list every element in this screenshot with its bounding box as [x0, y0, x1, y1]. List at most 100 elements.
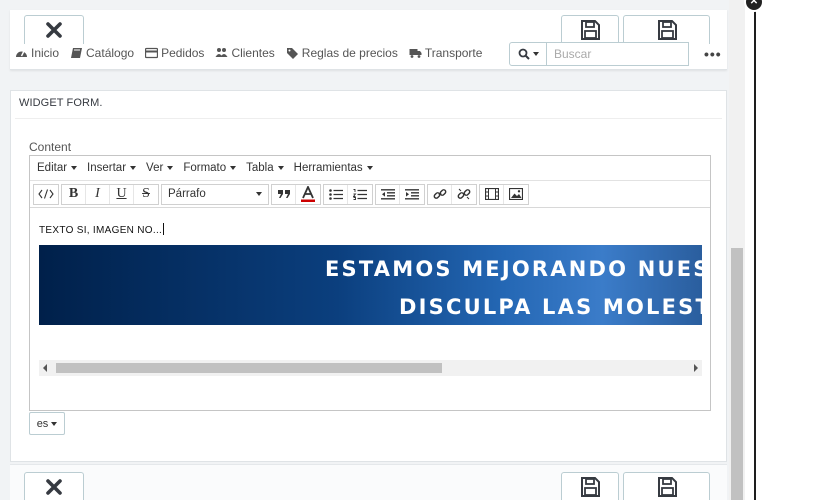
nav-item-inicio[interactable]: Inicio	[15, 46, 59, 60]
bullet-list-button[interactable]	[324, 184, 348, 204]
chevron-down-icon	[532, 52, 539, 56]
indent-icon	[405, 188, 419, 199]
nav-item-clientes[interactable]: Clientes	[215, 46, 275, 60]
save-button[interactable]	[561, 472, 619, 500]
search-type-button[interactable]	[509, 42, 547, 66]
outdent-button[interactable]	[376, 184, 400, 204]
nav-item-catalogo[interactable]: Catálogo	[70, 46, 134, 60]
chevron-down-icon	[366, 166, 373, 170]
panel-title: WIDGET FORM.	[19, 97, 103, 109]
menu-label: Insertar	[87, 162, 127, 174]
text-cursor	[163, 223, 165, 235]
widget-form-panel: WIDGET FORM. Content Editar Insertar Ver…	[10, 90, 727, 462]
numbered-list-button[interactable]	[348, 185, 372, 204]
italic-button[interactable]: I	[86, 184, 110, 204]
strikethrough-button[interactable]: S	[134, 185, 158, 204]
code-icon	[38, 189, 54, 199]
cancel-button[interactable]	[24, 15, 84, 44]
nav-item-label: Reglas de precios	[301, 46, 398, 60]
save-icon	[657, 476, 677, 497]
search-icon	[518, 48, 530, 60]
strikethrough-icon: S	[142, 186, 150, 201]
menu-tabla[interactable]: Tabla	[246, 162, 284, 174]
format-select[interactable]: Párrafo	[161, 183, 269, 205]
underline-button[interactable]: U	[110, 184, 134, 204]
divider	[15, 118, 722, 119]
save-icon	[581, 20, 600, 40]
more-options-icon[interactable]: •••	[704, 46, 722, 62]
menu-label: Formato	[183, 162, 227, 174]
nav-item-label: Transporte	[424, 46, 483, 60]
remove-link-button[interactable]	[452, 185, 476, 204]
menu-editar[interactable]: Editar	[37, 162, 78, 174]
text-color-icon	[301, 186, 315, 202]
menu-ver[interactable]: Ver	[146, 162, 174, 174]
nav-item-reglas-de-precios[interactable]: Reglas de precios	[286, 46, 398, 60]
main-nav: Inicio Catálogo Pedidos Clientes Reglas …	[15, 46, 482, 60]
editor-toolbar: B I U S Párrafo	[30, 181, 710, 208]
save-and-stay-button[interactable]	[623, 472, 710, 500]
chevron-down-icon	[51, 421, 58, 426]
indent-button[interactable]	[400, 185, 424, 204]
nav-item-label: Pedidos	[161, 46, 205, 60]
chevron-down-icon	[130, 166, 137, 170]
nav-item-label: Clientes	[231, 46, 275, 60]
editor-body-text-value: TEXTO SI, IMAGEN NO...	[39, 225, 163, 236]
search-input[interactable]	[547, 42, 689, 66]
horizontal-scrollbar[interactable]	[39, 360, 702, 376]
menu-herramientas[interactable]: Herramientas	[294, 162, 373, 174]
save-and-stay-button[interactable]	[623, 15, 710, 44]
insert-link-button[interactable]	[428, 184, 452, 204]
insert-video-button[interactable]	[480, 184, 504, 204]
banner-line-1: ESTAMOS MEJORANDO NUES	[325, 257, 702, 281]
bold-icon: B	[68, 186, 79, 201]
underline-icon: U	[116, 186, 127, 201]
insert-image-button[interactable]	[504, 185, 528, 204]
tags-icon	[286, 48, 298, 59]
content-label: Content	[29, 140, 72, 154]
scroll-right-icon[interactable]	[694, 364, 698, 372]
chevron-down-icon	[167, 166, 174, 170]
text-color-button[interactable]	[296, 185, 320, 204]
rich-text-editor: Editar Insertar Ver Formato Tabla Herram…	[29, 155, 711, 411]
save-icon	[657, 20, 677, 40]
close-icon[interactable]: ✕	[744, 0, 764, 12]
unlink-icon	[457, 188, 471, 200]
blockquote-button[interactable]	[272, 184, 296, 204]
language-value: es	[36, 417, 49, 430]
editor-menubar: Editar Insertar Ver Formato Tabla Herram…	[30, 156, 710, 181]
window-border	[754, 0, 756, 500]
page-scrollbar-thumb[interactable]	[731, 248, 743, 500]
close-icon	[46, 478, 62, 495]
nav-item-pedidos[interactable]: Pedidos	[145, 46, 204, 60]
format-select-value: Párrafo	[168, 188, 206, 200]
menu-formato[interactable]: Formato	[183, 162, 237, 174]
maintenance-banner-image: ESTAMOS MEJORANDO NUES DISCULPA LAS MOLE…	[39, 245, 702, 325]
nav-item-label: Inicio	[31, 46, 60, 60]
bottom-toolbar	[10, 464, 727, 500]
menu-label: Herramientas	[293, 162, 363, 174]
editor-content-area[interactable]: TEXTO SI, IMAGEN NO... ESTAMOS MEJORANDO…	[30, 208, 710, 384]
menu-insertar[interactable]: Insertar	[87, 162, 137, 174]
search-bar	[509, 42, 689, 66]
bullet-list-icon	[328, 188, 343, 200]
source-code-button[interactable]	[34, 185, 58, 204]
bold-button[interactable]: B	[62, 184, 86, 204]
nav-item-label: Catálogo	[86, 46, 135, 60]
scrollbar-thumb[interactable]	[56, 363, 442, 373]
nav-item-transporte[interactable]: Transporte	[409, 46, 483, 60]
cancel-button[interactable]	[24, 472, 84, 500]
chevron-down-icon	[230, 166, 237, 170]
save-button[interactable]	[561, 15, 619, 44]
users-icon	[215, 48, 228, 57]
film-icon	[484, 188, 499, 200]
close-icon	[46, 22, 62, 38]
scroll-left-icon[interactable]	[43, 364, 47, 372]
editor-body-text: TEXTO SI, IMAGEN NO...	[39, 223, 165, 236]
language-select[interactable]: es	[29, 412, 65, 435]
outdent-icon	[380, 188, 395, 199]
credit-card-icon	[145, 47, 159, 59]
banner-line-2: DISCULPA LAS MOLEST	[399, 295, 702, 319]
menu-label: Editar	[37, 162, 68, 174]
truck-icon	[409, 49, 422, 58]
